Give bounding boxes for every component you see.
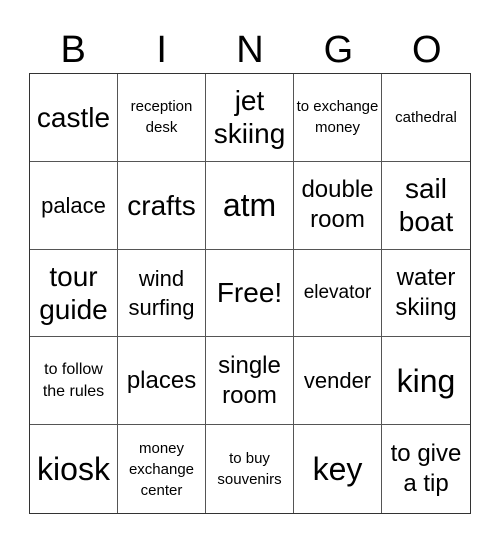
bingo-cell[interactable]: vender [294, 337, 382, 426]
bingo-cell[interactable]: king [382, 337, 470, 426]
bingo-grid: castle reception desk jet skiing to exchang… [29, 73, 471, 514]
cell-text: reception desk [130, 98, 193, 137]
bingo-cell[interactable]: to follow the rules [30, 337, 118, 426]
bingo-cell[interactable]: single room [206, 337, 294, 426]
cell-text: to give a tip [390, 440, 462, 498]
bingo-cell[interactable]: sail boat [382, 162, 470, 250]
bingo-cell[interactable]: jet skiing [206, 74, 294, 162]
bingo-header: B I N G O [29, 28, 471, 73]
cell-text: tour guide [39, 260, 108, 325]
bingo-cell[interactable]: castle [30, 74, 118, 162]
cell-text: key [312, 451, 363, 488]
cell-text: to follow the rules [42, 360, 105, 400]
bingo-cell[interactable]: crafts [118, 161, 206, 250]
cell-text: atm [222, 187, 277, 224]
bingo-cell[interactable]: cathedral [382, 74, 470, 162]
bingo-cell[interactable]: reception desk [118, 74, 206, 162]
cell-text: castle [36, 101, 111, 133]
cell-text: king [396, 362, 456, 399]
header-letter-n: N [236, 29, 264, 71]
cell-text: Free! [216, 277, 283, 309]
bingo-cell[interactable]: to exchange money [294, 74, 382, 162]
bingo-cell[interactable]: key [294, 425, 382, 513]
bingo-cell[interactable]: palace [30, 161, 118, 250]
header-letter-g: G [323, 29, 354, 71]
bingo-cell[interactable]: kiosk [30, 425, 118, 513]
bingo-cell[interactable]: atm [206, 161, 294, 250]
cell-text: to exchange money [296, 98, 379, 137]
cell-text: vender [303, 368, 372, 394]
cell-text: jet skiing [213, 85, 286, 150]
bingo-cell[interactable]: money exchange center [118, 425, 206, 513]
bingo-cell[interactable]: elevator [294, 249, 382, 338]
bingo-cell[interactable]: double room [294, 161, 382, 250]
cell-text: places [126, 366, 197, 394]
bingo-cell[interactable]: tour guide [30, 249, 118, 338]
cell-text: single room [218, 351, 281, 409]
bingo-cell[interactable]: to give a tip [382, 425, 470, 513]
free-space-cell[interactable]: Free! [206, 249, 294, 338]
bingo-cell[interactable]: to buy souvenirs [206, 425, 294, 513]
cell-text: palace [41, 192, 106, 218]
header-letter-o: O [412, 29, 442, 71]
bingo-cell[interactable]: places [118, 337, 206, 426]
header-letter-b: B [60, 29, 86, 71]
cell-text: money exchange center [128, 439, 195, 499]
cell-text: double room [301, 176, 374, 234]
cell-text: kiosk [37, 451, 110, 488]
cell-text: sail boat [398, 173, 454, 238]
cell-text: to buy souvenirs [217, 450, 282, 489]
cell-text: cathedral [395, 108, 457, 126]
cell-text: wind surfing [128, 265, 195, 320]
bingo-cell[interactable]: wind surfing [118, 249, 206, 338]
bingo-cell[interactable]: water skiing [382, 250, 470, 338]
cell-text: elevator [303, 282, 372, 304]
cell-text: crafts [127, 189, 196, 221]
cell-text: water skiing [395, 263, 457, 321]
header-letter-i: I [156, 29, 167, 71]
